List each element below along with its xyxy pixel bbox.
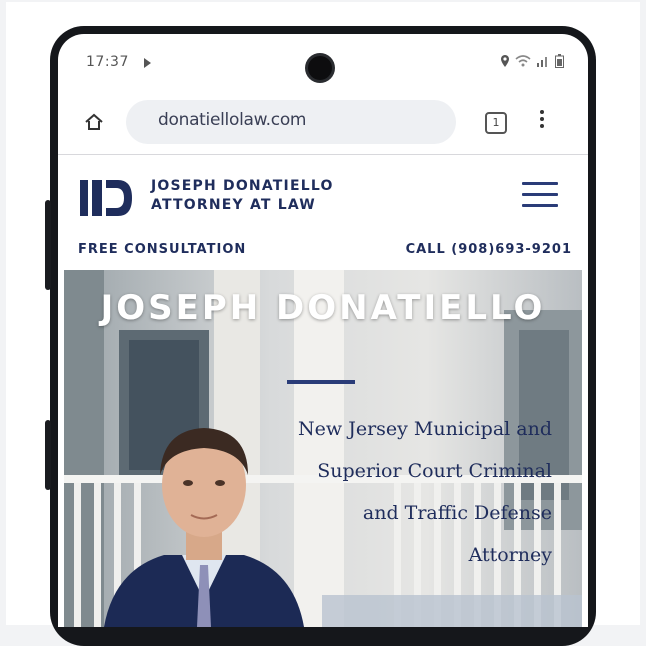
hero-title: JOSEPH DONATIELLO bbox=[100, 288, 546, 328]
call-phone-link[interactable]: CALL (908)693-9201 bbox=[406, 242, 572, 257]
hero-divider bbox=[287, 380, 355, 384]
front-camera bbox=[308, 56, 332, 80]
hero-subtitle-line: Superior Court Criminal bbox=[317, 460, 552, 482]
firm-logo[interactable] bbox=[78, 178, 134, 218]
url-text[interactable]: donatiellolaw.com bbox=[158, 110, 306, 130]
hero-section: JOSEPH DONATIELLO New Jersey Municipal a… bbox=[64, 270, 582, 627]
browser-toolbar: donatiellolaw.com 1 bbox=[58, 96, 588, 152]
phone-side-button bbox=[45, 200, 51, 290]
cta-row: FREE CONSULTATION CALL (908)693-9201 bbox=[58, 240, 588, 270]
firm-name-line2: ATTORNEY AT LAW bbox=[151, 197, 316, 213]
hamburger-menu-icon[interactable] bbox=[522, 182, 558, 207]
phone-screen: 17:37 donatiellolaw.com 1 JOSEPH DONATIE… bbox=[58, 34, 588, 627]
firm-name-line1: JOSEPH DONATIELLO bbox=[151, 178, 334, 194]
toolbar-divider bbox=[58, 154, 588, 155]
free-consultation-link[interactable]: FREE CONSULTATION bbox=[78, 242, 246, 257]
wifi-icon bbox=[515, 55, 531, 67]
signal-icon bbox=[537, 57, 547, 67]
play-icon bbox=[144, 58, 151, 68]
hero-subtitle-line: and Traffic Defense bbox=[362, 502, 552, 524]
home-icon[interactable] bbox=[84, 112, 104, 132]
status-bar: 17:37 bbox=[58, 34, 588, 94]
hero-subtitle: New Jersey Municipal and Superior Court … bbox=[222, 408, 552, 576]
battery-icon bbox=[555, 54, 564, 68]
phone-side-button bbox=[45, 420, 51, 490]
location-icon bbox=[501, 55, 509, 67]
firm-name[interactable]: JOSEPH DONATIELLO ATTORNEY AT LAW bbox=[151, 177, 334, 215]
tab-switcher-button[interactable]: 1 bbox=[485, 112, 507, 134]
site-header: JOSEPH DONATIELLO ATTORNEY AT LAW bbox=[58, 156, 588, 240]
more-menu-icon[interactable] bbox=[540, 110, 544, 128]
hero-subtitle-line: New Jersey Municipal and bbox=[298, 418, 552, 440]
status-time: 17:37 bbox=[86, 54, 129, 70]
status-icons bbox=[500, 54, 564, 68]
hero-subtitle-line: Attorney bbox=[468, 544, 552, 566]
